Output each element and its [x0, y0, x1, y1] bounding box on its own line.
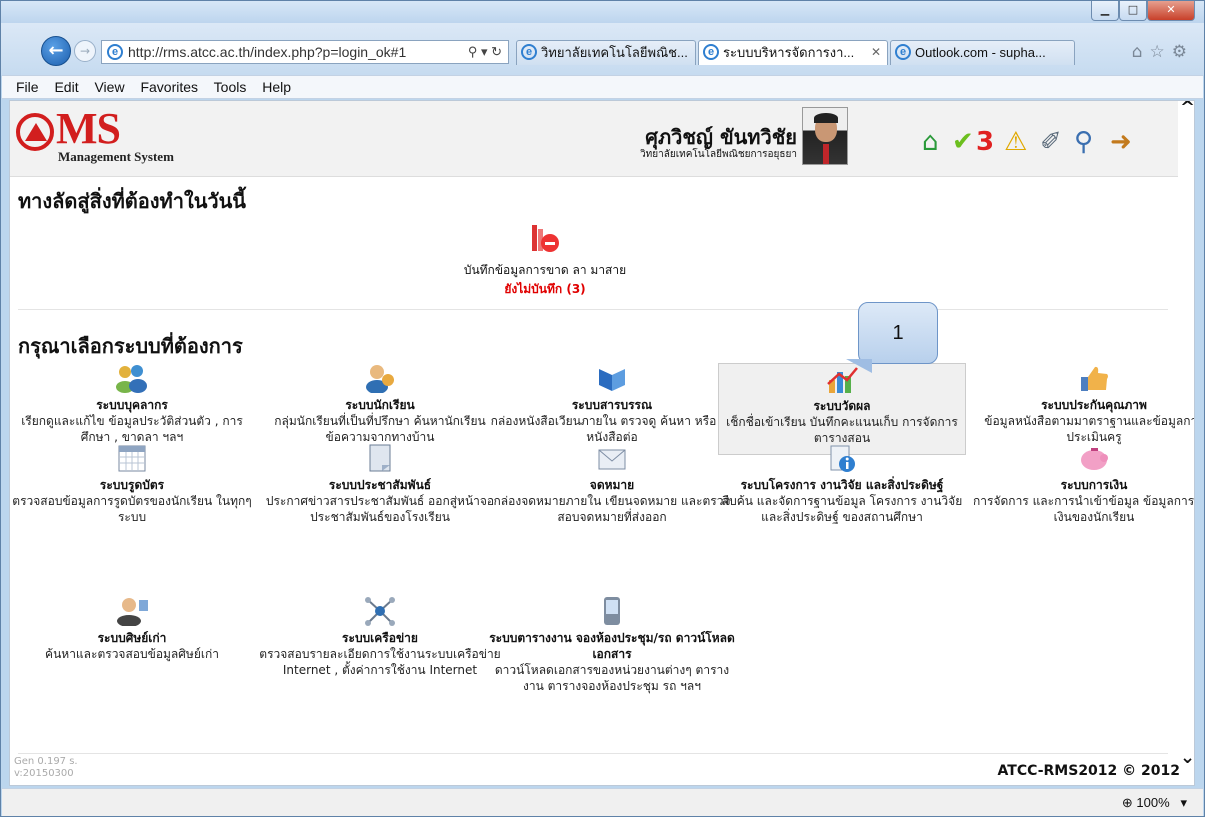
module-alumni[interactable]: ระบบศิษย์เก่า ค้นหาและตรวจสอบข้อมูลศิษย์… [10, 596, 256, 662]
module-card-swipe[interactable]: ระบบรูดบัตร ตรวจสอบข้อมูลการรูดบัตรของนั… [10, 443, 256, 525]
tab-label: Outlook.com - supha... [915, 45, 1046, 60]
user-organization: วิทยาลัยเทคโนโลยีพณิชยการอยุธยา [640, 149, 797, 160]
favorites-star-icon[interactable]: ☆ [1150, 42, 1172, 62]
ie-page-icon: e [107, 44, 123, 60]
module-network[interactable]: ระบบเครือข่าย ตรวจสอบรายละเอียดการใช้งาน… [256, 596, 504, 678]
people-icon [115, 363, 149, 393]
chevron-down-icon[interactable]: ▾ [1173, 795, 1187, 810]
status-bar: ⊕ 100% ▾ [2, 788, 1203, 816]
menu-tools[interactable]: Tools [214, 79, 247, 95]
tab-label: วิทยาลัยเทคโนโลยีพณิช... [541, 45, 688, 60]
module-documents[interactable]: ระบบสารบรรณ กล่องหนังสือเวียนภายใน ตรวจด… [488, 363, 736, 445]
annotation-callout: 1 [858, 302, 938, 364]
site-header: MS Management System ศุภวิชญ์ ขันทวิชัย … [10, 101, 1180, 177]
open-book-icon [595, 363, 629, 393]
search-refresh-icons[interactable]: ⚲ ▾ ↻ [468, 41, 502, 63]
envelope-icon [595, 443, 629, 473]
close-window-button[interactable]: ✕ [1147, 1, 1195, 21]
browser-toolbar-icons[interactable]: ⌂☆⚙ [1132, 42, 1194, 62]
menu-file[interactable]: File [16, 79, 39, 95]
scroll-down-icon[interactable]: ⌄ [1180, 747, 1194, 768]
edit-pen-icon[interactable]: ✐ [1040, 127, 1062, 157]
shortcut-label: บันทึกข้อมูลการขาด ลา มาสาย [463, 263, 627, 277]
address-url: http://rms.atcc.ac.th/index.php?p=login_… [128, 44, 407, 60]
zoom-level: 100% [1136, 795, 1170, 810]
pda-icon [595, 596, 629, 626]
ie-tab-icon: e [895, 44, 911, 60]
scroll-up-icon[interactable]: ^ [1180, 101, 1194, 118]
module-schedule[interactable]: ระบบตารางงาน จองห้องประชุม/รถ ดาวน์โหลดเ… [488, 596, 736, 694]
zoom-icon: ⊕ [1121, 795, 1133, 810]
navigation-bar: ← → e http://rms.atcc.ac.th/index.php?p=… [1, 23, 1204, 75]
piggy-bank-icon [1077, 443, 1111, 473]
module-research[interactable]: ระบบโครงการ งานวิจัย และสิ่งประดิษฐ์ สืบ… [718, 443, 966, 525]
settings-gear-icon[interactable]: ⚙ [1172, 42, 1194, 62]
title-bar: ▁ □ ✕ [1, 1, 1204, 23]
copyright: ATCC-RMS2012 © 2012 [997, 763, 1180, 779]
module-finance[interactable]: ระบบการเงิน การจัดการ และการนำเข้าข้อมูล… [970, 443, 1194, 525]
attendance-shortcut[interactable]: บันทึกข้อมูลการขาด ลา มาสาย ยังไม่บันทึก… [390, 223, 700, 299]
menu-view[interactable]: View [94, 79, 124, 95]
close-tab-icon[interactable]: ✕ [871, 41, 881, 64]
back-button[interactable]: ← [41, 36, 71, 66]
systems-section-title: กรุณาเลือกระบบที่ต้องการ [18, 334, 243, 358]
module-mail[interactable]: จดหมาย กล่องจดหมายภายใน เขียนจดหมาย และต… [488, 443, 736, 525]
ie-tab-icon: e [521, 44, 537, 60]
ie-tab-icon: e [703, 44, 719, 60]
tab-college[interactable]: e วิทยาลัยเทคโนโลยีพณิช... [516, 40, 696, 65]
shortcut-status: ยังไม่บันทึก (3) [504, 282, 586, 296]
menu-bar: File Edit View Favorites Tools Help [2, 75, 1203, 99]
tab-label: ระบบบริหารจัดการงา... [723, 45, 855, 60]
menu-favorites[interactable]: Favorites [140, 79, 198, 95]
divider [18, 309, 1168, 310]
page-content: MS Management System ศุภวิชญ์ ขันทวิชัย … [9, 100, 1195, 786]
shortcut-section-title: ทางลัดสู่สิ่งที่ต้องทำในวันนี้ [18, 189, 246, 213]
network-icon [363, 596, 397, 626]
logout-door-icon[interactable]: ➜ [1110, 127, 1132, 157]
warning-icon[interactable]: ⚠ [1004, 127, 1027, 157]
menu-help[interactable]: Help [262, 79, 291, 95]
checkmark-icon[interactable]: ✔ [952, 127, 974, 157]
home-icon[interactable]: ⌂ [1132, 42, 1150, 62]
tab-rms[interactable]: e ระบบบริหารจัดการงา... ✕ [698, 40, 888, 65]
module-assessment[interactable]: ระบบวัดผล เช็กชื่อเข้าเรียน บันทึกคะแนนเ… [718, 363, 966, 455]
notification-count: 3 [976, 127, 995, 157]
callout-pointer [846, 359, 872, 373]
footer-divider [18, 753, 1168, 754]
generation-time: Gen 0.197 s. v:20150300 [14, 756, 78, 779]
module-public-relations[interactable]: ระบบประชาสัมพันธ์ ประกาศข่าวสารประชาสัมพ… [256, 443, 504, 525]
key-icon[interactable]: ⚲ [1074, 127, 1093, 157]
tab-outlook[interactable]: e Outlook.com - supha... [890, 40, 1075, 65]
notepad-icon [363, 443, 397, 473]
browser-window: ▁ □ ✕ ← → e http://rms.atcc.ac.th/index.… [0, 0, 1205, 817]
alumni-icon [115, 596, 149, 627]
home-icon[interactable]: ⌂ [922, 127, 939, 157]
zoom-control[interactable]: ⊕ 100% ▾ [1122, 795, 1187, 811]
thumbs-up-icon [1077, 363, 1111, 393]
maximize-button[interactable]: □ [1119, 1, 1147, 21]
menu-edit[interactable]: Edit [54, 79, 78, 95]
minimize-button[interactable]: ▁ [1091, 1, 1119, 21]
user-avatar [802, 107, 848, 165]
attendance-icon [528, 223, 562, 255]
module-personnel[interactable]: ระบบบุคลากร เรียกดูและแก้ไข ข้อมูลประวัต… [10, 363, 256, 445]
module-student[interactable]: ระบบนักเรียน กลุ่มนักเรียนที่เป็นที่ปรึก… [256, 363, 504, 445]
address-bar[interactable]: e http://rms.atcc.ac.th/index.php?p=logi… [101, 40, 509, 64]
students-icon [363, 363, 397, 394]
forward-button[interactable]: → [74, 40, 96, 62]
module-quality[interactable]: ระบบประกันคุณภาพ ข้อมูลหนังสือตามมาตราฐา… [970, 363, 1194, 445]
document-info-icon [825, 443, 859, 473]
calendar-icon [115, 443, 149, 473]
